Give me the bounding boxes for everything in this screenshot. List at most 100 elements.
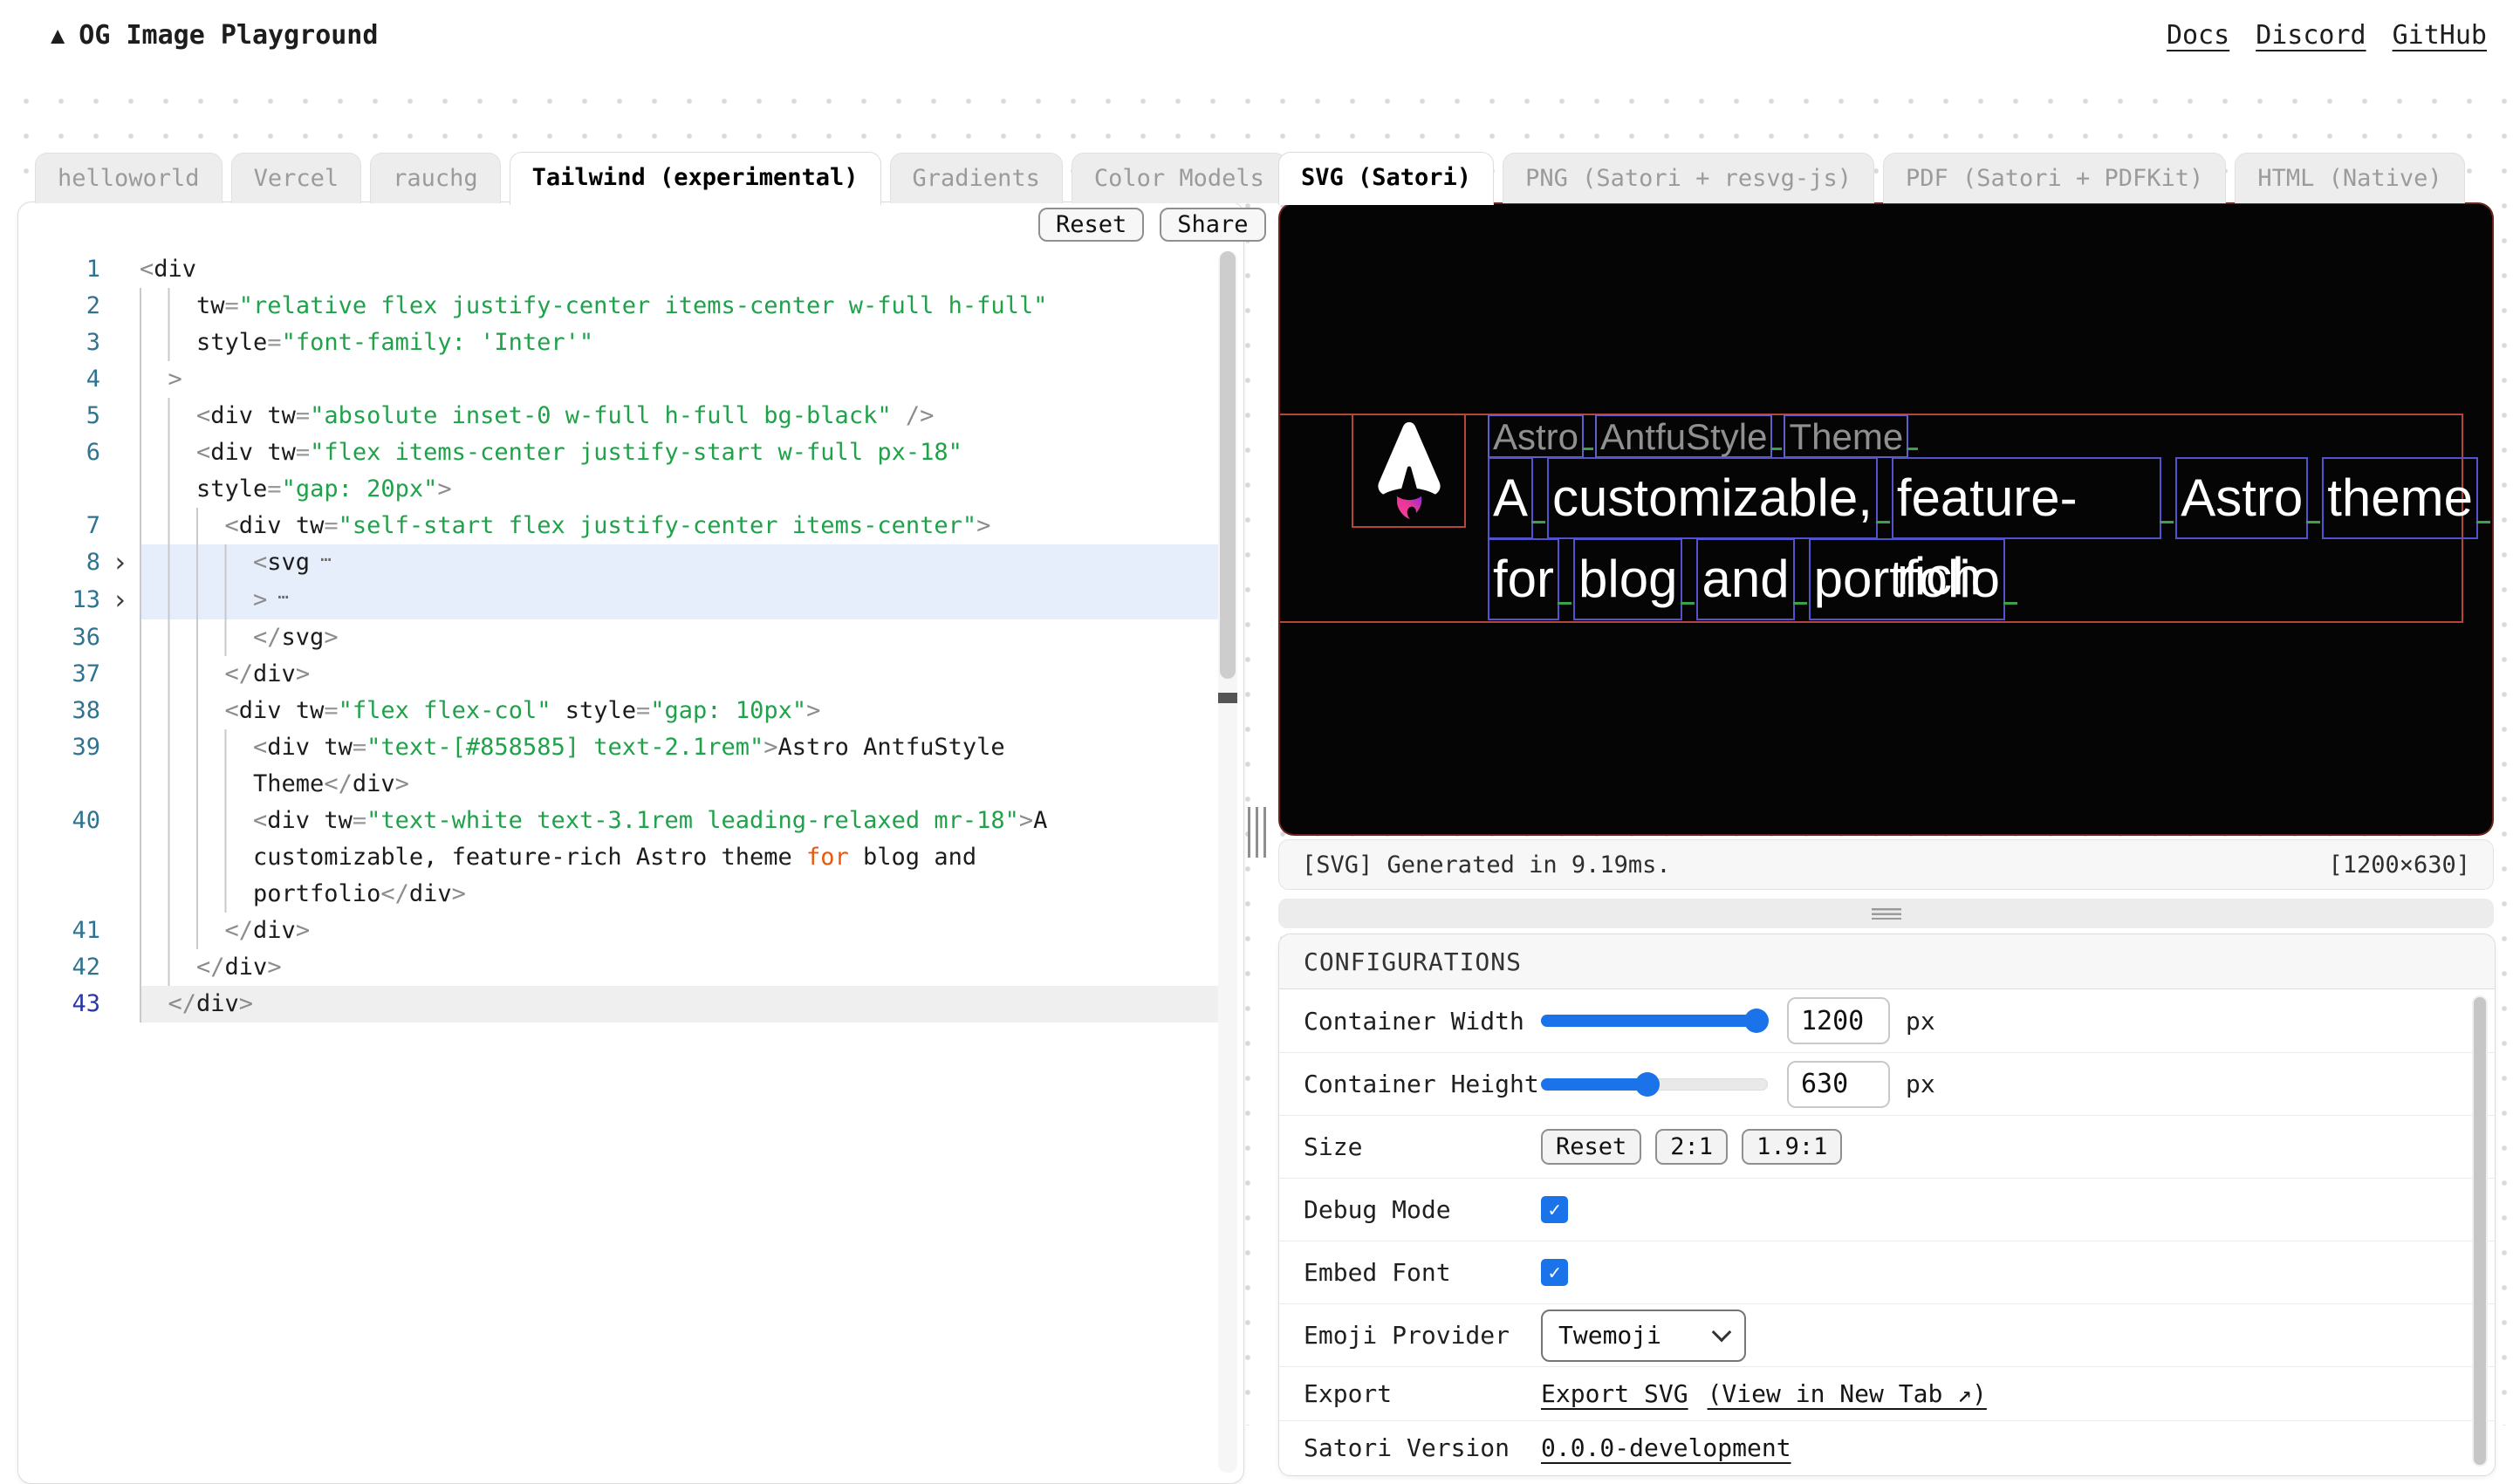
slider-container-height[interactable] — [1541, 1071, 1768, 1097]
gutter-spacer — [100, 361, 140, 398]
code-token: = — [324, 512, 339, 539]
code-token: for — [806, 844, 849, 871]
gutter-spacer — [100, 949, 140, 986]
line-number: 40 — [72, 807, 100, 834]
code-token: </ — [324, 770, 353, 797]
code-line[interactable]: 4 > — [17, 361, 1220, 398]
code-line[interactable]: 3 style="font-family: 'Inter'" — [17, 325, 1220, 361]
code-line[interactable]: 8 › <svg ⋯ — [17, 544, 1220, 582]
code-line[interactable]: 7 <div tw="self-start flex justify-center… — [17, 508, 1220, 544]
emoji-provider-select[interactable]: Twemoji — [1541, 1309, 1746, 1362]
share-button[interactable]: Share — [1160, 208, 1266, 242]
slider-fill — [1541, 1077, 1648, 1091]
config-scrollbar-thumb[interactable] — [2474, 997, 2486, 1465]
chevron-down-icon — [1711, 1322, 1732, 1342]
code-token: > — [324, 624, 339, 651]
slider-thumb[interactable] — [1635, 1071, 1660, 1097]
slider-fill — [1541, 1015, 1756, 1027]
line-number: 38 — [72, 697, 100, 724]
code-token: = — [352, 734, 367, 761]
tab-gradients[interactable]: Gradients — [889, 153, 1063, 203]
size-button-2-1[interactable]: 2:1 — [1655, 1129, 1729, 1165]
tab-color-models[interactable]: Color Models — [1071, 153, 1287, 203]
code-line[interactable]: 1 <div — [17, 251, 1220, 288]
code-token: > — [295, 917, 311, 944]
header-link-github[interactable]: GitHub — [2393, 20, 2487, 51]
panel-resize-handle[interactable] — [1248, 807, 1266, 858]
fold-arrow-icon[interactable]: › — [100, 582, 140, 619]
size-button-reset[interactable]: Reset — [1541, 1129, 1642, 1165]
code-editor[interactable]: 1 <div 2 tw="relative flex justify-center i… — [17, 251, 1220, 1022]
slider-container-width[interactable] — [1541, 1009, 1769, 1033]
size-button-1-9-1[interactable]: 1.9:1 — [1742, 1129, 1843, 1165]
editor-scrollbar[interactable] — [1218, 251, 1237, 1473]
tab-rauchg[interactable]: rauchg — [370, 153, 501, 203]
config-control: Export SVG (View in New Tab ↗) — [1541, 1379, 2006, 1408]
code-line[interactable]: 43 </div> — [17, 986, 1220, 1022]
checkbox-embed-font[interactable]: ✓ — [1541, 1259, 1568, 1286]
config-scrollbar[interactable] — [2472, 995, 2488, 1467]
code-line[interactable]: 6 <div tw="flex items-center justify-star… — [17, 434, 1220, 508]
code-token: style — [196, 329, 268, 356]
line-number: 4 — [86, 366, 100, 393]
gutter-spacer — [100, 508, 140, 544]
line-number: 2 — [86, 292, 100, 319]
link-export-svg[interactable]: Export SVG — [1541, 1379, 1688, 1408]
code-line[interactable]: 37 </div> — [17, 656, 1220, 693]
header-link-discord[interactable]: Discord — [2256, 20, 2366, 51]
code-token: "relative flex justify-center items-cent… — [238, 292, 1048, 319]
checkbox-debug-mode[interactable]: ✓ — [1541, 1196, 1568, 1223]
code-token: "gap: 10px" — [650, 697, 807, 724]
code-token: < — [224, 512, 239, 539]
code-line[interactable]: 38 <div tw="flex flex-col" style="gap: 10… — [17, 693, 1220, 729]
config-control: Twemoji — [1541, 1309, 1746, 1362]
tab-helloworld[interactable]: helloworld — [35, 153, 223, 203]
gutter-spacer — [100, 251, 140, 288]
tab-vercel[interactable]: Vercel — [230, 153, 362, 203]
reset-button[interactable]: Reset — [1038, 208, 1145, 242]
code-token: = — [267, 475, 282, 503]
config-control: Reset 2:1 1.9:1 — [1541, 1129, 1856, 1165]
link-0-0-0-development[interactable]: 0.0.0-development — [1541, 1433, 1791, 1462]
preview-tab-png-satori-resvg-js-[interactable]: PNG (Satori + resvg-js) — [1503, 153, 1874, 203]
preview-resize-bar[interactable] — [1278, 899, 2494, 928]
code-token: div — [154, 256, 197, 283]
value-input[interactable]: 1200 — [1787, 997, 1890, 1044]
code-line[interactable]: 13 › > ⋯ — [17, 582, 1220, 619]
folded-code-icon: ⋯ — [277, 586, 291, 607]
code-line[interactable]: 36 </svg> — [17, 619, 1220, 656]
indent-guides — [140, 986, 167, 1022]
code-text: <div tw="self-start flex justify-center … — [140, 508, 1220, 544]
code-line[interactable]: 42 </div> — [17, 949, 1220, 986]
link--view-in-new-tab-[interactable]: (View in New Tab ↗) — [1708, 1379, 1987, 1408]
folded-code-icon: ⋯ — [320, 549, 334, 570]
code-token: > — [976, 512, 991, 539]
code-line[interactable]: 2 tw="relative flex justify-center items-… — [17, 288, 1220, 325]
code-text: </div> — [140, 949, 1220, 986]
configurations-rows: Container Width 1200 px Container Height 630… — [1279, 989, 2495, 1474]
config-control: 630 px — [1541, 1060, 1935, 1108]
code-line[interactable]: 40 <div tw="text-white text-3.1rem leadin… — [17, 803, 1220, 913]
code-text: <div — [140, 251, 1220, 288]
preview-tab-pdf-satori-pdfkit-[interactable]: PDF (Satori + PDFKit) — [1882, 153, 2227, 203]
config-label: Debug Mode — [1304, 1195, 1451, 1224]
value-input[interactable]: 630 — [1787, 1060, 1890, 1108]
code-line[interactable]: 41 </div> — [17, 913, 1220, 949]
code-line[interactable]: 39 <div tw="text-[#858585] text-2.1rem">A… — [17, 729, 1220, 803]
line-number: 1 — [86, 256, 100, 283]
header-link-docs[interactable]: Docs — [2167, 20, 2229, 51]
editor-scrollbar-thumb[interactable] — [1220, 251, 1236, 679]
code-line[interactable]: 5 <div tw="absolute inset-0 w-full h-full… — [17, 398, 1220, 434]
tab-tailwind-experimental-[interactable]: Tailwind (experimental) — [509, 152, 881, 205]
slider-thumb[interactable] — [1744, 1009, 1769, 1033]
astro-logo-icon — [1377, 421, 1441, 519]
code-token: tw — [324, 807, 353, 834]
preview-tab-html-native-[interactable]: HTML (Native) — [2235, 153, 2465, 203]
code-token: </ — [224, 660, 254, 687]
preview-tab-svg-satori-[interactable]: SVG (Satori) — [1278, 152, 1495, 205]
config-label: Size — [1304, 1132, 1363, 1161]
fold-arrow-icon[interactable]: › — [100, 544, 140, 582]
code-token: = — [295, 402, 311, 429]
